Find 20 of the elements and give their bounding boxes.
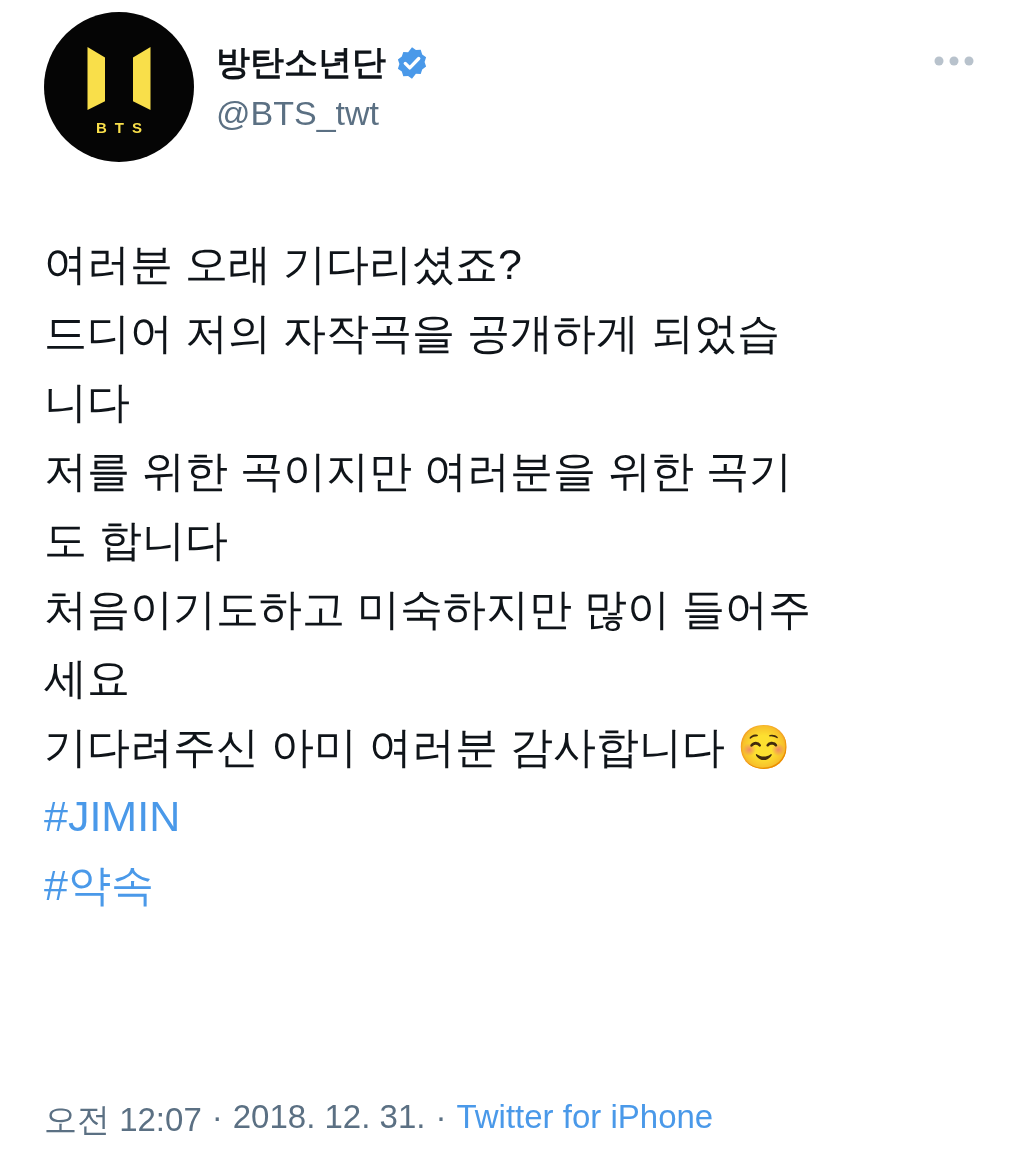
separator-dot: · <box>211 1098 223 1137</box>
logo-text: BTS <box>96 118 150 136</box>
more-icon[interactable] <box>934 56 974 66</box>
tweet-text: 기다려주신 아미 여러분 감사합니다 ☺ <box>44 722 791 773</box>
tweet-text: 도 합니다 <box>44 515 228 566</box>
author-name[interactable]: 방탄소년단 <box>216 40 386 86</box>
tweet-text: 드디어 저의 자작곡을 공개하게 되었습 <box>44 308 780 359</box>
tweet-text: 여러분 오래 기다리셨죠? <box>44 239 522 290</box>
tweet-text: 저를 위한 곡이지만 여러분을 위한 곡기 <box>44 446 792 497</box>
hashtag-link[interactable]: #약속 <box>44 851 154 920</box>
source-link[interactable]: Twitter for iPhone <box>456 1098 714 1143</box>
tweet-date: 2018. 12. 31. <box>232 1098 426 1137</box>
author-handle[interactable]: @BTS_twt <box>216 94 934 133</box>
tweet-time: 오전 12:07 <box>44 1100 202 1140</box>
tweet-text: 세요 <box>44 653 130 704</box>
avatar[interactable]: BTS <box>44 12 194 162</box>
hashtag-link[interactable]: #JIMIN <box>44 782 181 851</box>
separator-dot: · <box>435 1098 447 1137</box>
tweet-text: 니다 <box>44 377 130 428</box>
tweet-text: 처음이기도하고 미숙하지만 많이 들어주 <box>44 584 811 635</box>
